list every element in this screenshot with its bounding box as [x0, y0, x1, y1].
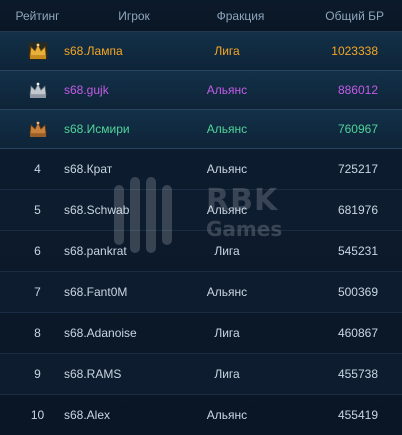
table-row[interactable]: s68.Лампа Лига 1023338: [0, 32, 402, 71]
leaderboard-rows: s68.Лампа Лига 1023338 s68.gujk Альянс 8…: [0, 32, 402, 435]
score-cell: 455738: [337, 367, 378, 381]
leaderboard-panel: Рейтинг Игрок Фракция Общий БР s68.Лампа…: [0, 0, 402, 435]
player-name[interactable]: s68.gujk: [37, 83, 172, 97]
player-name[interactable]: s68.Fant0M: [37, 285, 172, 299]
player-name[interactable]: s68.pankrat: [37, 244, 172, 258]
faction-cell: Альянс: [206, 408, 248, 422]
faction-cell: Альянс: [206, 83, 248, 97]
player-name[interactable]: s68.RAMS: [37, 367, 172, 381]
header-player[interactable]: Игрок: [75, 9, 193, 23]
score-cell: 886012: [337, 83, 378, 97]
faction-cell: Лига: [214, 44, 240, 58]
table-row[interactable]: s68.Исмири Альянс 760967: [0, 110, 402, 149]
faction-cell: Лига: [214, 367, 240, 381]
header-score[interactable]: Общий БР: [288, 9, 397, 23]
player-name[interactable]: s68.Alex: [37, 408, 172, 422]
score-cell: 455419: [337, 408, 378, 422]
score-cell: 500369: [337, 285, 378, 299]
faction-cell: Альянс: [206, 162, 248, 176]
score-cell: 681976: [337, 203, 378, 217]
player-name[interactable]: s68.Крат: [37, 162, 172, 176]
score-cell: 725217: [337, 162, 378, 176]
table-row[interactable]: 7 s68.Fant0M Альянс 500369: [0, 272, 402, 313]
faction-cell: Лига: [214, 326, 240, 340]
table-row[interactable]: 8 s68.Adanoise Лига 460867: [0, 313, 402, 354]
player-name[interactable]: s68.Исмири: [37, 122, 172, 136]
player-name[interactable]: s68.Schwab: [37, 203, 172, 217]
score-cell: 545231: [337, 244, 378, 258]
header-rank[interactable]: Рейтинг: [0, 9, 75, 23]
score-cell: 760967: [337, 122, 378, 136]
header-faction[interactable]: Фракция: [193, 9, 288, 23]
faction-cell: Лига: [214, 244, 240, 258]
score-cell: 1023338: [331, 44, 378, 58]
table-row[interactable]: s68.gujk Альянс 886012: [0, 71, 402, 110]
table-row[interactable]: 4 s68.Крат Альянс 725217: [0, 149, 402, 190]
table-row[interactable]: 5 s68.Schwab Альянс 681976: [0, 190, 402, 231]
faction-cell: Альянс: [206, 285, 248, 299]
table-row[interactable]: 9 s68.RAMS Лига 455738: [0, 354, 402, 395]
faction-cell: Альянс: [206, 122, 248, 136]
faction-cell: Альянс: [206, 203, 248, 217]
table-header: Рейтинг Игрок Фракция Общий БР: [0, 0, 402, 32]
table-row[interactable]: 10 s68.Alex Альянс 455419: [0, 395, 402, 435]
player-name[interactable]: s68.Лампа: [37, 44, 172, 58]
player-name[interactable]: s68.Adanoise: [37, 326, 172, 340]
table-row[interactable]: 6 s68.pankrat Лига 545231: [0, 231, 402, 272]
score-cell: 460867: [337, 326, 378, 340]
